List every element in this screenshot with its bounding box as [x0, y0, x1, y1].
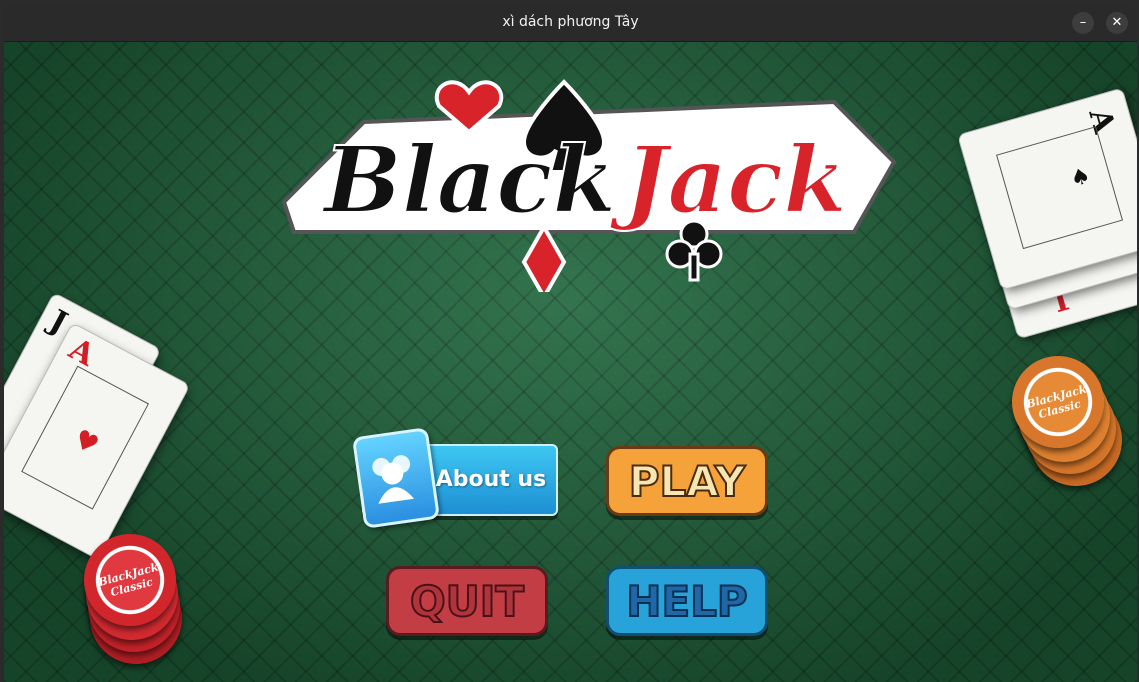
chip-label: BlackJack Classic — [1024, 382, 1088, 422]
right-chip-stack: BlackJack Classic — [1008, 354, 1132, 494]
window-title: xì dách phương Tây — [502, 14, 639, 30]
left-chip-stack: BlackJack Classic — [84, 534, 194, 664]
blackjack-table: Black Jack J A ♥ J A A ♠ — [4, 42, 1137, 682]
play-button[interactable]: PLAY — [606, 446, 768, 516]
diamond-icon — [521, 222, 567, 292]
quit-label: QUIT — [409, 576, 525, 627]
help-label: HELP — [625, 576, 748, 627]
chip-label: BlackJack Classic — [96, 560, 160, 600]
game-window: xì dách phương Tây – ✕ Black Jack J A ♥ — [4, 4, 1137, 682]
about-us-button[interactable]: About us — [351, 427, 558, 529]
title-bar: xì dách phương Tây – ✕ — [4, 4, 1137, 42]
minimize-button[interactable]: – — [1072, 12, 1094, 34]
logo-word-jack: Jack — [609, 126, 847, 234]
about-us-label: About us — [435, 467, 547, 492]
logo-word-black: Black — [321, 126, 616, 234]
card-frame — [995, 126, 1123, 249]
quit-button[interactable]: QUIT — [386, 566, 548, 636]
close-button[interactable]: ✕ — [1106, 12, 1128, 34]
blackjack-logo: Black Jack — [281, 79, 897, 292]
help-button[interactable]: HELP — [606, 566, 768, 636]
play-label: PLAY — [628, 456, 746, 507]
